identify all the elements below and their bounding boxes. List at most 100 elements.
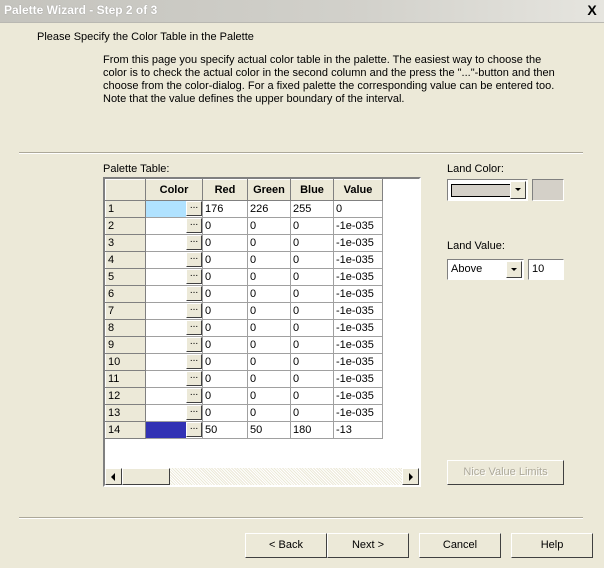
- close-icon[interactable]: X: [583, 1, 601, 19]
- color-cell[interactable]: ...: [145, 370, 203, 388]
- green-cell[interactable]: 0: [247, 302, 291, 320]
- choose-color-button[interactable]: ...: [186, 269, 202, 284]
- scroll-track[interactable]: [170, 468, 402, 485]
- color-cell[interactable]: ...: [145, 387, 203, 405]
- choose-color-button[interactable]: ...: [186, 354, 202, 369]
- value-cell[interactable]: -1e-035: [333, 370, 383, 388]
- red-cell[interactable]: 50: [202, 421, 248, 439]
- choose-color-button[interactable]: ...: [186, 303, 202, 318]
- red-cell[interactable]: 0: [202, 336, 248, 354]
- value-cell[interactable]: -1e-035: [333, 268, 383, 286]
- color-cell[interactable]: ...: [145, 251, 203, 269]
- choose-color-button[interactable]: ...: [186, 235, 202, 250]
- land-value-input[interactable]: 10: [528, 259, 564, 280]
- color-cell[interactable]: ...: [145, 404, 203, 422]
- blue-cell[interactable]: 0: [290, 319, 334, 337]
- red-cell[interactable]: 0: [202, 387, 248, 405]
- choose-color-button[interactable]: ...: [186, 337, 202, 352]
- choose-color-button[interactable]: ...: [186, 371, 202, 386]
- value-cell[interactable]: -13: [333, 421, 383, 439]
- column-header-red[interactable]: Red: [202, 179, 248, 201]
- cancel-button[interactable]: Cancel: [419, 533, 501, 558]
- value-cell[interactable]: -1e-035: [333, 319, 383, 337]
- choose-color-button[interactable]: ...: [186, 218, 202, 233]
- color-cell[interactable]: ...: [145, 336, 203, 354]
- row-number-cell[interactable]: 4: [105, 251, 146, 269]
- red-cell[interactable]: 176: [202, 200, 248, 218]
- value-cell[interactable]: -1e-035: [333, 285, 383, 303]
- column-header-green[interactable]: Green: [247, 179, 291, 201]
- red-cell[interactable]: 0: [202, 319, 248, 337]
- land-value-mode-select[interactable]: Above: [447, 259, 524, 280]
- red-cell[interactable]: 0: [202, 285, 248, 303]
- row-number-cell[interactable]: 10: [105, 353, 146, 371]
- column-header-blue[interactable]: Blue: [290, 179, 334, 201]
- choose-color-button[interactable]: ...: [186, 252, 202, 267]
- green-cell[interactable]: 0: [247, 217, 291, 235]
- blue-cell[interactable]: 0: [290, 268, 334, 286]
- back-button[interactable]: < Back: [245, 533, 327, 558]
- scroll-thumb[interactable]: [122, 468, 170, 485]
- red-cell[interactable]: 0: [202, 234, 248, 252]
- red-cell[interactable]: 0: [202, 302, 248, 320]
- row-number-cell[interactable]: 14: [105, 421, 146, 439]
- blue-cell[interactable]: 0: [290, 370, 334, 388]
- choose-color-button[interactable]: ...: [186, 320, 202, 335]
- green-cell[interactable]: 0: [247, 319, 291, 337]
- color-cell[interactable]: ...: [145, 319, 203, 337]
- row-number-cell[interactable]: 6: [105, 285, 146, 303]
- color-cell[interactable]: ...: [145, 302, 203, 320]
- green-cell[interactable]: 0: [247, 285, 291, 303]
- blue-cell[interactable]: 0: [290, 251, 334, 269]
- choose-color-button[interactable]: ...: [186, 422, 202, 437]
- color-cell[interactable]: ...: [145, 268, 203, 286]
- row-number-cell[interactable]: 5: [105, 268, 146, 286]
- red-cell[interactable]: 0: [202, 217, 248, 235]
- green-cell[interactable]: 0: [247, 387, 291, 405]
- row-number-cell[interactable]: 8: [105, 319, 146, 337]
- row-number-cell[interactable]: 2: [105, 217, 146, 235]
- blue-cell[interactable]: 0: [290, 353, 334, 371]
- value-cell[interactable]: -1e-035: [333, 336, 383, 354]
- row-number-cell[interactable]: 12: [105, 387, 146, 405]
- blue-cell[interactable]: 0: [290, 387, 334, 405]
- color-cell[interactable]: ...: [145, 353, 203, 371]
- blue-cell[interactable]: 0: [290, 285, 334, 303]
- blue-cell[interactable]: 0: [290, 217, 334, 235]
- choose-color-button[interactable]: ...: [186, 388, 202, 403]
- green-cell[interactable]: 0: [247, 251, 291, 269]
- choose-color-button[interactable]: ...: [186, 405, 202, 420]
- color-cell[interactable]: ...: [145, 217, 203, 235]
- green-cell[interactable]: 0: [247, 404, 291, 422]
- blue-cell[interactable]: 0: [290, 302, 334, 320]
- red-cell[interactable]: 0: [202, 353, 248, 371]
- row-number-cell[interactable]: 1: [105, 200, 146, 218]
- color-cell[interactable]: ...: [145, 200, 203, 218]
- choose-color-button[interactable]: ...: [186, 286, 202, 301]
- value-cell[interactable]: -1e-035: [333, 302, 383, 320]
- next-button[interactable]: Next >: [327, 533, 409, 558]
- row-number-cell[interactable]: 13: [105, 404, 146, 422]
- green-cell[interactable]: 0: [247, 353, 291, 371]
- help-button[interactable]: Help: [511, 533, 593, 558]
- value-cell[interactable]: -1e-035: [333, 404, 383, 422]
- land-color-picker[interactable]: [447, 179, 528, 201]
- row-number-cell[interactable]: 3: [105, 234, 146, 252]
- nice-value-limits-button[interactable]: Nice Value Limits: [447, 460, 564, 485]
- green-cell[interactable]: 0: [247, 234, 291, 252]
- scroll-right-button[interactable]: [402, 468, 419, 485]
- blue-cell[interactable]: 180: [290, 421, 334, 439]
- blue-cell[interactable]: 0: [290, 234, 334, 252]
- red-cell[interactable]: 0: [202, 268, 248, 286]
- land-color-dropdown-button[interactable]: [510, 181, 526, 199]
- green-cell[interactable]: 0: [247, 336, 291, 354]
- row-number-cell[interactable]: 11: [105, 370, 146, 388]
- scroll-left-button[interactable]: [105, 468, 122, 485]
- value-cell[interactable]: -1e-035: [333, 217, 383, 235]
- value-cell[interactable]: -1e-035: [333, 353, 383, 371]
- blue-cell[interactable]: 255: [290, 200, 334, 218]
- red-cell[interactable]: 0: [202, 404, 248, 422]
- color-cell[interactable]: ...: [145, 234, 203, 252]
- column-header-color[interactable]: Color: [145, 179, 203, 201]
- green-cell[interactable]: 226: [247, 200, 291, 218]
